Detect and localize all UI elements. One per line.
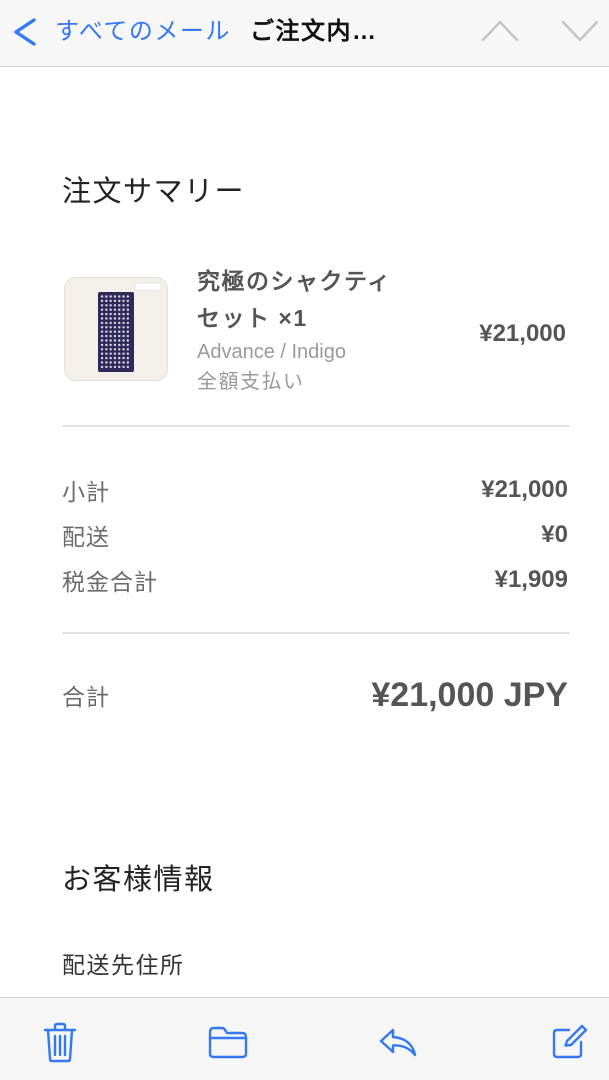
mail-message-screen: すべてのメール ご注文内… 注文サマリー 究極のシャクティセット ×1 Adva…: [0, 0, 609, 1080]
product-thumbnail: [64, 277, 168, 381]
tax-value: ¥1,909: [494, 565, 568, 593]
grand-total-value: ¥21,000 JPY: [371, 675, 568, 714]
customer-info-heading: お客様情報: [62, 864, 215, 896]
item-price: ¥21,000: [479, 320, 566, 347]
mail-toolbar: [0, 997, 609, 1080]
chevron-left-icon: [14, 18, 36, 46]
message-subject-title: ご注文内…: [250, 18, 378, 45]
grand-total-row: 合計 ¥21,000 JPY: [62, 669, 568, 721]
shipping-label: 配送: [62, 523, 110, 550]
next-message-button[interactable]: [560, 18, 600, 44]
order-item-details: 究極のシャクティセット ×1 Advance / Indigo 全額支払い: [197, 263, 407, 397]
item-name: 究極のシャクティセット ×1: [197, 268, 392, 331]
chevron-up-icon: [481, 20, 519, 42]
subtotal-value: ¥21,000: [481, 475, 568, 503]
shipping-value: ¥0: [541, 520, 568, 548]
order-summary-heading: 注文サマリー: [62, 176, 246, 208]
move-to-folder-button[interactable]: [198, 1012, 258, 1072]
shipping-address-label: 配送先住所: [62, 952, 185, 978]
folder-icon: [208, 1026, 248, 1059]
subtotal-label: 小計: [62, 478, 110, 505]
product-image: [98, 282, 162, 372]
mail-nav-bar: すべてのメール ご注文内…: [0, 0, 609, 67]
compose-button[interactable]: [539, 1012, 599, 1072]
back-to-all-mail-button[interactable]: すべてのメール: [12, 12, 231, 52]
compose-icon: [552, 1024, 588, 1059]
trash-icon: [43, 1022, 77, 1063]
previous-message-button[interactable]: [480, 18, 520, 44]
chevron-down-icon: [561, 20, 599, 42]
shipping-row: 配送 ¥0: [62, 512, 568, 557]
back-label: すべてのメール: [55, 18, 231, 45]
order-totals: 小計 ¥21,000 配送 ¥0 税金合計 ¥1,909: [62, 467, 568, 602]
divider: [62, 632, 570, 634]
reply-button[interactable]: [368, 1012, 428, 1072]
delete-button[interactable]: [30, 1012, 90, 1072]
grand-total-label: 合計: [62, 684, 110, 710]
divider: [62, 425, 570, 427]
product-tag: [134, 282, 162, 291]
item-payment-status: 全額支払い: [197, 371, 305, 393]
tax-row: 税金合計 ¥1,909: [62, 557, 568, 602]
subtotal-row: 小計 ¥21,000: [62, 467, 568, 512]
tax-label: 税金合計: [62, 568, 158, 595]
reply-icon: [379, 1028, 417, 1057]
item-variant: Advance / Indigo: [197, 341, 346, 363]
